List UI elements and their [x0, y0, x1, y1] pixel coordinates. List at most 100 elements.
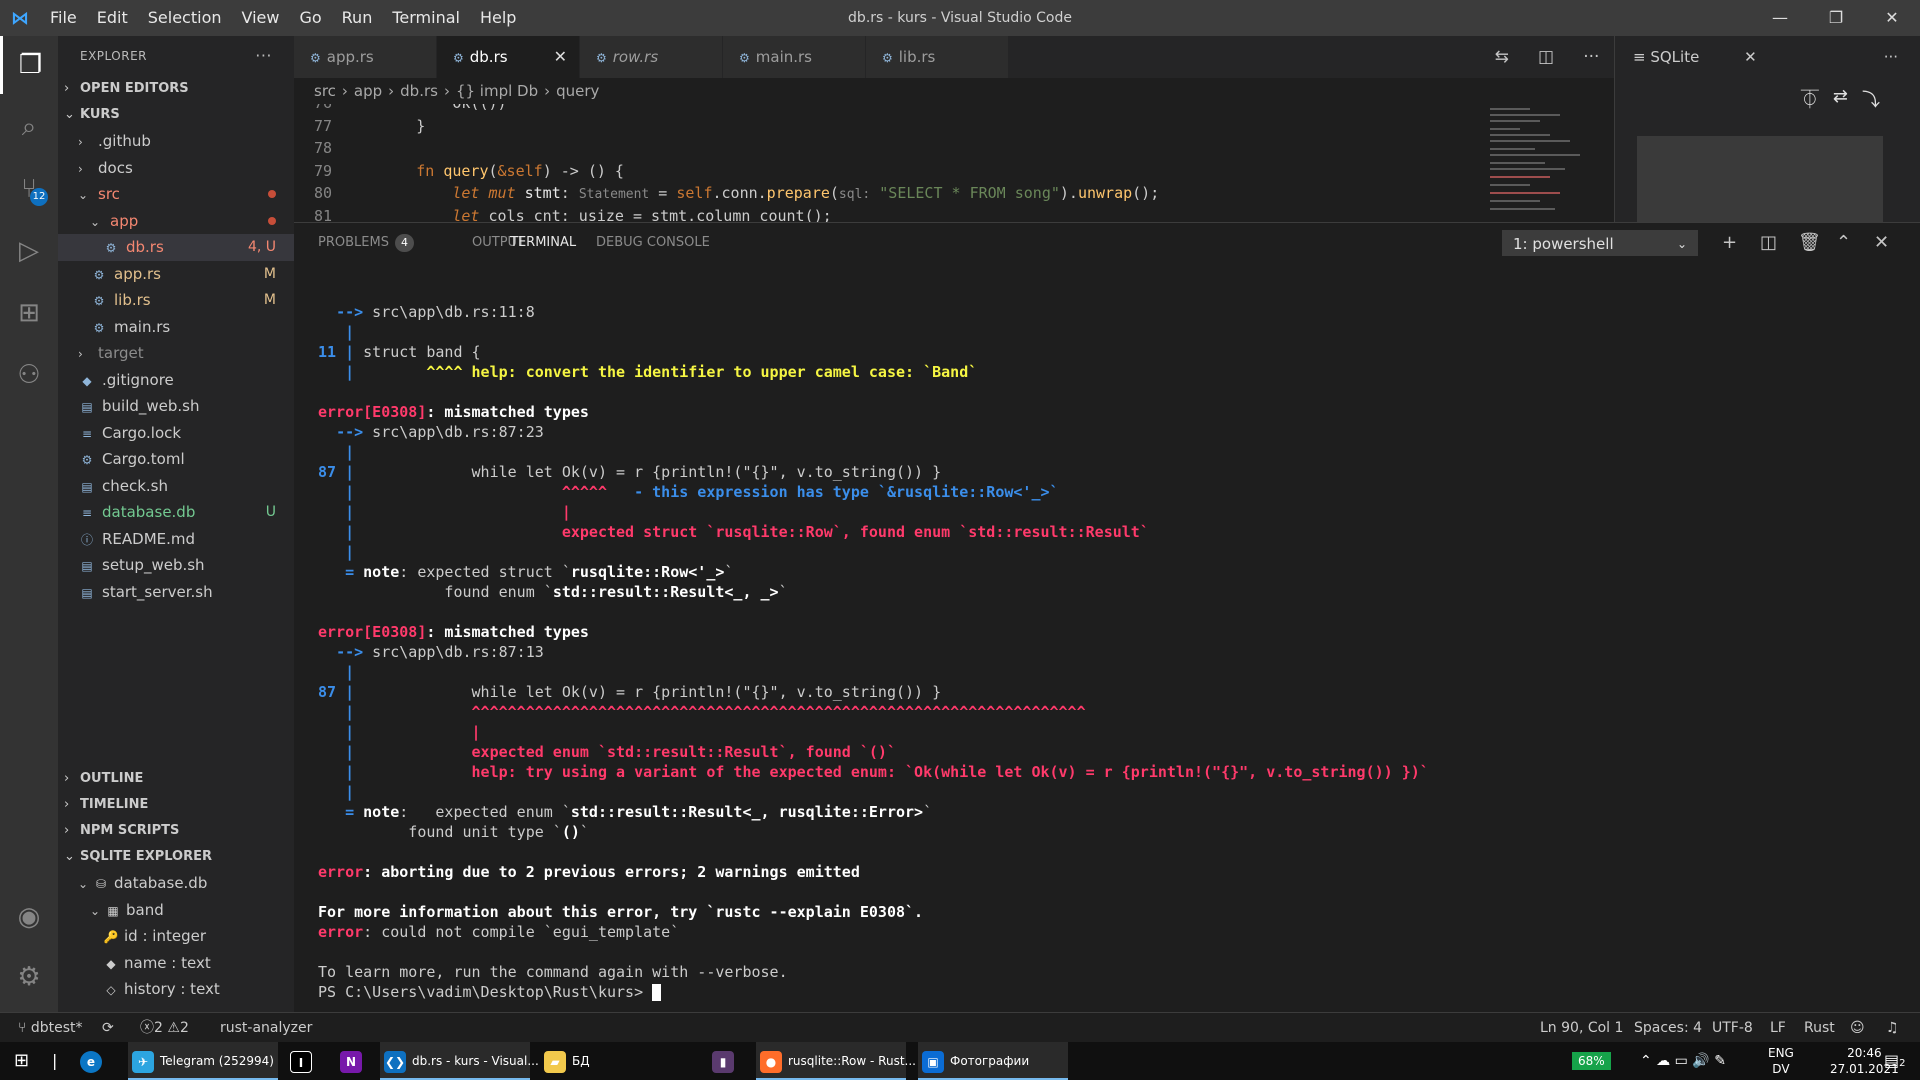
run-query-icon[interactable]: ⏁ [1801, 86, 1819, 112]
tree-file[interactable]: ⚙ db.rs 4, U [58, 234, 294, 261]
tree-file[interactable]: ⚙ Cargo.toml [58, 446, 294, 473]
tab-terminal[interactable]: TERMINAL [510, 223, 577, 263]
input-language[interactable]: ENG DV [1768, 1042, 1794, 1080]
split-editor-icon[interactable]: ◫ [1538, 47, 1554, 67]
menu-file[interactable]: File [40, 0, 87, 36]
editor-tab[interactable]: ⚙ row.rs [580, 36, 723, 78]
end-of-line[interactable]: LF [1770, 1013, 1786, 1043]
tree-file[interactable]: ▤ check.sh [58, 473, 294, 500]
menu-terminal[interactable]: Terminal [382, 0, 470, 36]
source-control-icon[interactable]: ⑂ 12 [0, 160, 58, 218]
settings-gear-icon[interactable]: ⚙ [0, 948, 58, 1006]
close-panel-icon[interactable]: ✕ [1874, 223, 1889, 263]
task-view-icon[interactable]: | [52, 1042, 57, 1080]
tree-file[interactable]: ◆ .gitignore [58, 367, 294, 394]
sqlite-tree-item[interactable]: 🔑 id : integer [58, 923, 294, 950]
indentation[interactable]: Spaces: 4 [1634, 1013, 1702, 1043]
split-terminal-icon[interactable]: ◫ [1760, 223, 1777, 263]
breadcrumb-item[interactable]: db.rs [400, 82, 438, 100]
app-icon[interactable]: ▮ [712, 1042, 740, 1080]
menu-run[interactable]: Run [332, 0, 383, 36]
tree-file[interactable]: ≡ Cargo.lock [58, 420, 294, 447]
tree-file[interactable]: ▤ build_web.sh [58, 393, 294, 420]
encoding[interactable]: UTF-8 [1712, 1013, 1753, 1043]
tree-folder[interactable]: › .github [58, 128, 294, 155]
problems-status[interactable]: ⓧ2 ⚠2 [140, 1013, 189, 1043]
onenote-icon[interactable]: N [340, 1042, 368, 1080]
minimap[interactable] [1474, 104, 1614, 222]
tree-file[interactable]: ⚙ lib.rs M [58, 287, 294, 314]
taskbar-app[interactable]: ✈ Telegram (252994) [128, 1042, 278, 1080]
swap-icon[interactable]: ⇄ [1833, 86, 1848, 112]
editor-tab[interactable]: ⚙ app.rs [294, 36, 437, 78]
notifications-icon[interactable]: ▤2 [1884, 1042, 1906, 1080]
sqlite-explorer-section[interactable]: ⌄ SQLITE EXPLORER [58, 844, 294, 870]
tree-file[interactable]: ⓘ README.md [58, 526, 294, 553]
edge-icon[interactable]: e [80, 1042, 108, 1080]
sqlite-tree-item[interactable]: ⌄ ▦ band [58, 897, 294, 924]
editor-tab[interactable]: ⚙ db.rs ✕ [437, 36, 580, 78]
sqlite-tree-item[interactable]: ◆ name : text [58, 950, 294, 977]
menu-edit[interactable]: Edit [87, 0, 138, 36]
rust-analyzer-status[interactable]: rust-analyzer [220, 1013, 312, 1043]
menu-view[interactable]: View [232, 0, 290, 36]
new-terminal-icon[interactable]: + [1722, 223, 1737, 263]
tree-file[interactable]: ⚙ main.rs [58, 314, 294, 341]
terminal-output[interactable]: --> src\app\db.rs:11:8 | 11 | struct band… [294, 262, 1920, 1012]
close-window-icon[interactable]: ✕ [1864, 0, 1920, 36]
sqlite-tree-item[interactable]: ⌄ ⛁ database.db [58, 870, 294, 897]
windows-start-icon[interactable]: ⊞ [14, 1042, 29, 1080]
timeline-section[interactable]: › TIMELINE [58, 792, 294, 818]
code-editor[interactable]: 76 Ok(())77 }7879 fn query(&self) -> () … [294, 104, 1474, 222]
tray-icons[interactable]: ⌃ ☁ ▭ 🔊 ✎ [1640, 1042, 1726, 1080]
sqlite-explorer-icon[interactable]: ⚇ [0, 346, 58, 404]
npm-scripts-section[interactable]: › NPM SCRIPTS [58, 818, 294, 844]
minimize-icon[interactable]: — [1752, 0, 1808, 36]
tree-file[interactable]: ≡ database.db U [58, 499, 294, 526]
tree-folder[interactable]: ⌄ app [58, 208, 294, 235]
close-tab-icon[interactable]: ✕ [554, 36, 567, 78]
bell-icon[interactable]: ♫ [1886, 1013, 1899, 1043]
breadcrumb-item[interactable]: {} impl Db [456, 82, 538, 100]
taskbar-app[interactable]: ● rusqlite::Row - Rust... [756, 1042, 916, 1080]
more-actions-icon[interactable]: ··· [1884, 36, 1898, 78]
sqlite-tree-item[interactable]: ◇ history : text [58, 976, 294, 1003]
tab-problems[interactable]: PROBLEMS 4 [318, 223, 414, 263]
tab-debug-console[interactable]: DEBUG CONSOLE [596, 223, 710, 263]
branch-status[interactable]: ⑂ dbtest* [18, 1013, 83, 1043]
extensions-icon[interactable]: ⊞ [0, 284, 58, 342]
intellij-icon[interactable]: I [290, 1042, 318, 1080]
editor-tab[interactable]: ⚙ lib.rs [866, 36, 1009, 78]
trash-icon[interactable]: 🗑 [1798, 223, 1821, 263]
taskbar-app[interactable]: ▣ Фотографии [918, 1042, 1068, 1080]
taskbar-app[interactable]: ❮❯ db.rs - kurs - Visual... [380, 1042, 539, 1080]
tree-file[interactable]: ▤ setup_web.sh [58, 552, 294, 579]
menu-selection[interactable]: Selection [138, 0, 232, 36]
tree-file[interactable]: ⚙ app.rs M [58, 261, 294, 288]
feedback-icon[interactable]: ☺ [1850, 1013, 1865, 1043]
account-icon[interactable]: ◉ [0, 888, 58, 946]
cursor-position[interactable]: Ln 90, Col 1 [1540, 1013, 1623, 1043]
editor-tab[interactable]: ⚙ main.rs [723, 36, 866, 78]
tree-file[interactable]: ▤ start_server.sh [58, 579, 294, 606]
breadcrumb-item[interactable]: src [314, 82, 336, 100]
breadcrumb-item[interactable]: query [556, 82, 599, 100]
more-actions-icon[interactable]: ··· [255, 36, 272, 76]
sqlite-panel-tab[interactable]: ≡ SQLite ✕ ··· [1615, 36, 1920, 78]
breadcrumb-item[interactable]: app [354, 82, 382, 100]
menu-go[interactable]: Go [289, 0, 331, 36]
open-editors-section[interactable]: › OPEN EDITORS [58, 76, 294, 102]
maximize-panel-icon[interactable]: ⌃ [1836, 223, 1851, 263]
tree-folder[interactable]: › docs [58, 155, 294, 182]
more-actions-icon[interactable]: ··· [1583, 47, 1599, 67]
taskbar-app[interactable]: ▰ БД [540, 1042, 690, 1080]
tree-folder[interactable]: › target [58, 340, 294, 367]
run-debug-icon[interactable]: ▷ [0, 222, 58, 280]
compare-icon[interactable]: ⇆ [1495, 47, 1509, 67]
format-icon[interactable]: ⤵ [1862, 86, 1880, 112]
outline-section[interactable]: › OUTLINE [58, 766, 294, 792]
menu-help[interactable]: Help [470, 0, 526, 36]
sync-icon[interactable]: ⟳ [102, 1013, 114, 1043]
restore-icon[interactable]: ❐ [1808, 0, 1864, 36]
search-icon[interactable]: ⌕ [0, 98, 58, 156]
